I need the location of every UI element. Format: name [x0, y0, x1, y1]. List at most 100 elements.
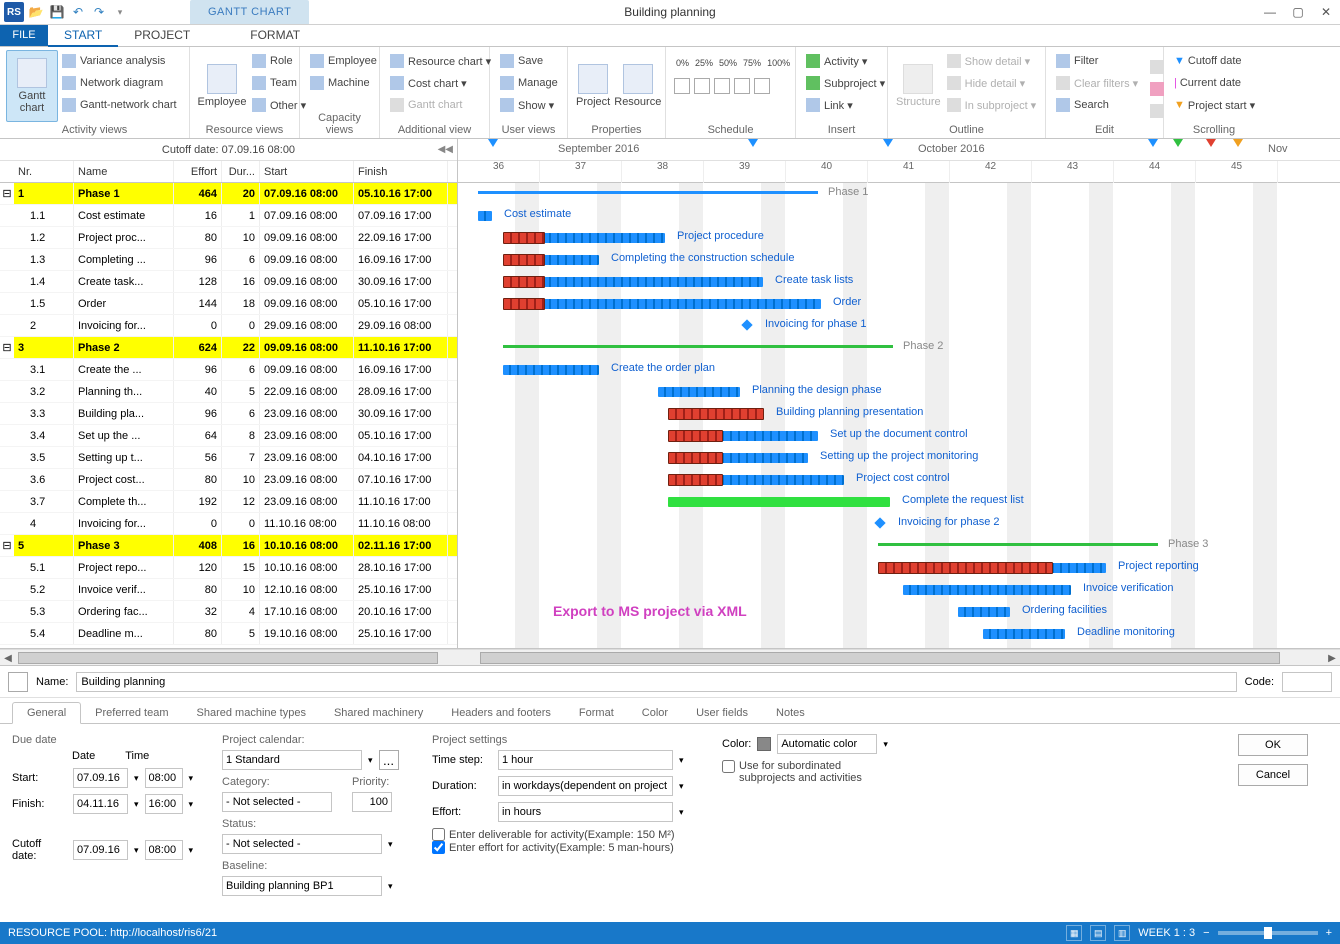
filter-button[interactable]: Filter: [1052, 50, 1142, 72]
task-bar-critical[interactable]: [668, 452, 723, 464]
task-bar[interactable]: [503, 365, 599, 375]
minimize-button[interactable]: —: [1256, 1, 1284, 23]
table-row[interactable]: 3.4Set up the ...64823.09.16 08:0005.10.…: [0, 425, 457, 447]
timeline-header[interactable]: September 2016October 2016Nov36373839404…: [458, 139, 1340, 183]
pct-50-button[interactable]: 50%: [717, 52, 739, 74]
table-row[interactable]: 1.2Project proc...801009.09.16 08:0022.0…: [0, 227, 457, 249]
table-row[interactable]: 1.1Cost estimate16107.09.16 08:0007.09.1…: [0, 205, 457, 227]
cutoff-date-button[interactable]: ▼Cutoff date: [1170, 50, 1259, 72]
table-row[interactable]: 1.4Create task...1281609.09.16 08:0030.0…: [0, 271, 457, 293]
maximize-button[interactable]: ▢: [1284, 1, 1312, 23]
ptab-general[interactable]: General: [12, 702, 81, 724]
milestone-icon[interactable]: [741, 319, 752, 330]
status-icon-1[interactable]: ▦: [1066, 925, 1082, 941]
gantt-network-button[interactable]: Gantt-network chart: [58, 94, 181, 116]
ptab-preferred[interactable]: Preferred team: [81, 703, 182, 723]
name-input[interactable]: [76, 672, 1236, 692]
pct-0-button[interactable]: 0%: [674, 52, 691, 74]
project-start-button[interactable]: ▼Project start ▾: [1170, 94, 1259, 116]
col-effort[interactable]: Effort: [174, 161, 222, 182]
cost-chart-button[interactable]: Cost chart ▾: [386, 72, 495, 94]
col-duration[interactable]: Dur...: [222, 161, 260, 182]
task-bar-critical[interactable]: [503, 298, 545, 310]
table-row[interactable]: 3.2Planning th...40522.09.16 08:0028.09.…: [0, 381, 457, 403]
table-row[interactable]: ⊟1Phase 14642007.09.16 08:0005.10.16 17:…: [0, 183, 457, 205]
activity-button[interactable]: Activity ▾: [802, 50, 889, 72]
task-bar[interactable]: [958, 607, 1010, 617]
sched-icon-2[interactable]: [694, 78, 710, 94]
ptab-machinery[interactable]: Shared machinery: [320, 703, 437, 723]
sched-icon-4[interactable]: [734, 78, 750, 94]
scroll-right-button[interactable]: ▶: [1324, 650, 1340, 666]
tab-file[interactable]: FILE: [0, 24, 48, 46]
current-date-button[interactable]: |Current date: [1170, 72, 1259, 94]
effort-select[interactable]: [498, 802, 673, 822]
show-view-button[interactable]: Show ▾: [496, 94, 562, 116]
start-time-input[interactable]: [145, 768, 183, 788]
resource-chart-button[interactable]: Resource chart ▾: [386, 50, 495, 72]
subproject-button[interactable]: Subproject ▾: [802, 72, 889, 94]
save-view-button[interactable]: Save: [496, 50, 562, 72]
table-row[interactable]: 1.5Order1441809.09.16 08:0005.10.16 17:0…: [0, 293, 457, 315]
variance-button[interactable]: Variance analysis: [58, 50, 181, 72]
expand-icon[interactable]: ⊟: [0, 535, 14, 556]
table-row[interactable]: ⊟3Phase 26242209.09.16 08:0011.10.16 17:…: [0, 337, 457, 359]
color-select[interactable]: [777, 734, 877, 754]
task-bar-critical[interactable]: [668, 474, 723, 486]
table-row[interactable]: 4Invoicing for...0011.10.16 08:0011.10.1…: [0, 513, 457, 535]
task-grid[interactable]: ⊟1Phase 14642007.09.16 08:0005.10.16 17:…: [0, 183, 457, 648]
task-bar-critical[interactable]: [503, 254, 545, 266]
sched-icon-5[interactable]: [754, 78, 770, 94]
col-name[interactable]: Name: [74, 161, 174, 182]
ptab-machine-types[interactable]: Shared machine types: [183, 703, 320, 723]
col-start[interactable]: Start: [260, 161, 354, 182]
table-row[interactable]: 5.2Invoice verif...801012.10.16 08:0025.…: [0, 579, 457, 601]
collapse-left-icon[interactable]: ◀◀: [438, 144, 453, 155]
finish-date-input[interactable]: [73, 794, 128, 814]
cutoff-time-input[interactable]: [145, 840, 183, 860]
scroll-left-button[interactable]: ◀: [0, 650, 16, 666]
table-row[interactable]: 2Invoicing for...0029.09.16 08:0029.09.1…: [0, 315, 457, 337]
task-bar[interactable]: [658, 387, 740, 397]
ptab-user[interactable]: User fields: [682, 703, 762, 723]
timestep-select[interactable]: [498, 750, 673, 770]
cancel-button[interactable]: Cancel: [1238, 764, 1308, 786]
task-bar[interactable]: [503, 299, 821, 309]
pct-75-button[interactable]: 75%: [741, 52, 763, 74]
task-bar[interactable]: [903, 585, 1071, 595]
gantt-chart-button[interactable]: Gantt chart: [6, 50, 58, 122]
finish-time-input[interactable]: [145, 794, 183, 814]
status-icon-2[interactable]: ▤: [1090, 925, 1106, 941]
ptab-format[interactable]: Format: [565, 703, 628, 723]
name-icon[interactable]: [8, 672, 28, 692]
pct-25-button[interactable]: 25%: [693, 52, 715, 74]
sched-icon-3[interactable]: [714, 78, 730, 94]
task-bar-green[interactable]: [668, 497, 890, 507]
network-button[interactable]: Network diagram: [58, 72, 181, 94]
qat-dropdown-icon[interactable]: ▾: [111, 3, 129, 21]
search-button[interactable]: Search: [1052, 94, 1142, 116]
col-finish[interactable]: Finish: [354, 161, 448, 182]
task-bar[interactable]: [478, 211, 492, 221]
table-row[interactable]: 5.1Project repo...1201510.10.16 08:0028.…: [0, 557, 457, 579]
zoom-out-button[interactable]: −: [1203, 927, 1209, 939]
undo-icon[interactable]: ↶: [69, 3, 87, 21]
timeline-body[interactable]: Phase 1Cost estimateProject procedureCom…: [458, 183, 1340, 648]
table-row[interactable]: ⊟5Phase 34081610.10.16 08:0002.11.16 17:…: [0, 535, 457, 557]
col-nr[interactable]: Nr.: [14, 161, 74, 182]
redo-icon[interactable]: ↷: [90, 3, 108, 21]
subcolor-checkbox[interactable]: [722, 760, 735, 773]
project-props-button[interactable]: Project: [574, 50, 612, 122]
task-bar-critical[interactable]: [668, 408, 764, 420]
table-row[interactable]: 3.5Setting up t...56723.09.16 08:0004.10…: [0, 447, 457, 469]
manage-view-button[interactable]: Manage: [496, 72, 562, 94]
zoom-slider[interactable]: [1218, 931, 1318, 935]
task-bar-critical[interactable]: [878, 562, 1053, 574]
scroll-thumb-right[interactable]: [480, 652, 1280, 664]
close-button[interactable]: ✕: [1312, 1, 1340, 23]
cap-employee-button[interactable]: Employee: [306, 50, 381, 72]
expand-icon[interactable]: ⊟: [0, 337, 14, 358]
cutoff-date-input[interactable]: [73, 840, 128, 860]
link-button[interactable]: Link ▾: [802, 94, 889, 116]
task-bar[interactable]: [983, 629, 1065, 639]
